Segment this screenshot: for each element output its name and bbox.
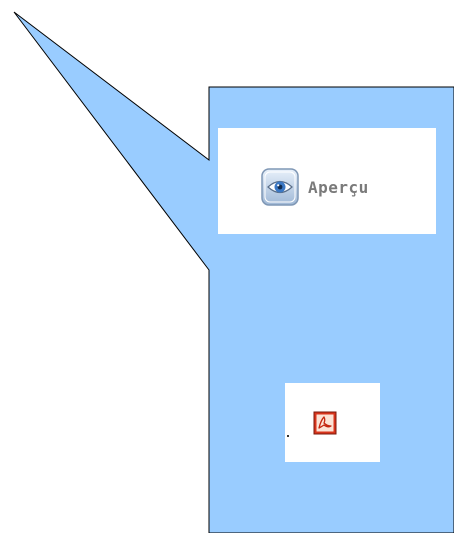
callout-shape	[13, 11, 454, 533]
preview-label: Aperçu	[308, 177, 369, 197]
dot-mark	[287, 435, 289, 437]
pdf-icon	[313, 411, 337, 435]
pdf-button[interactable]	[313, 411, 337, 435]
pdf-panel	[285, 383, 380, 462]
preview-panel: Aperçu	[218, 128, 436, 234]
eye-icon	[261, 168, 299, 206]
preview-button[interactable]: Aperçu	[260, 166, 369, 208]
callout-bubble	[13, 11, 454, 533]
